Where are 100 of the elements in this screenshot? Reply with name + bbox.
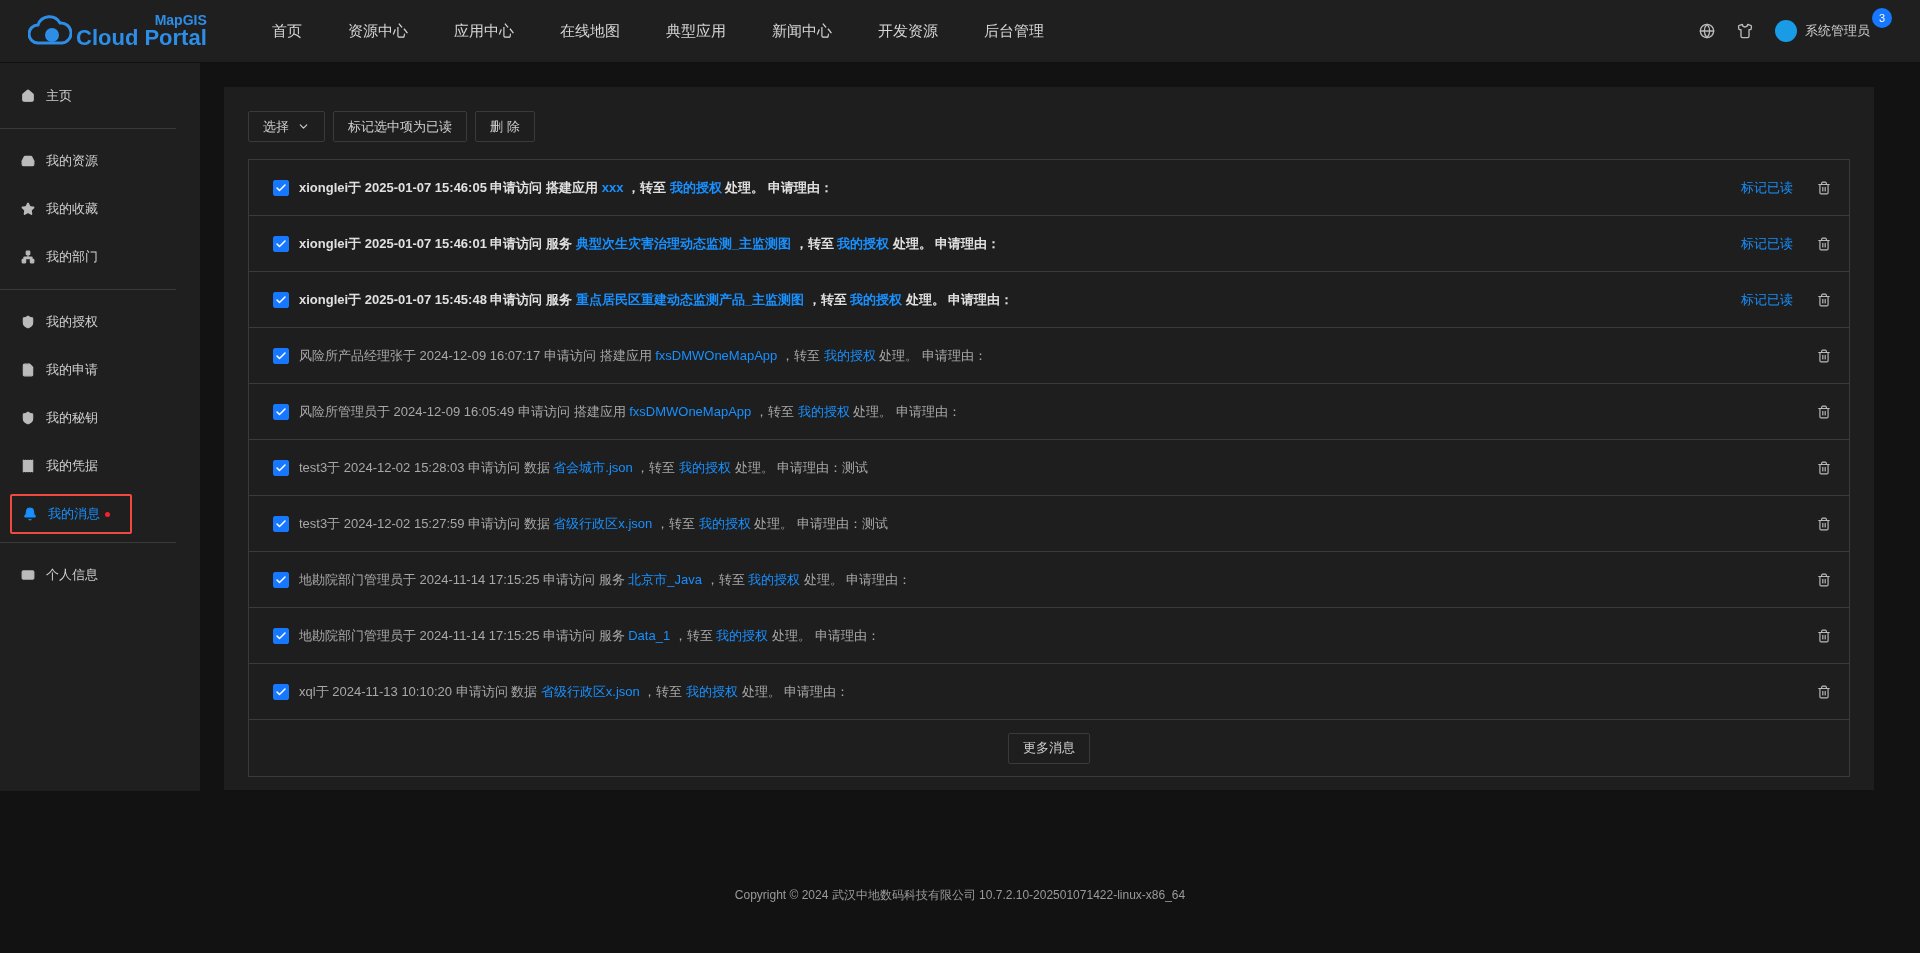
resource-link[interactable]: fxsDMWOneMapApp bbox=[655, 347, 778, 363]
resource-link[interactable]: 省会城市.json bbox=[553, 459, 633, 475]
authorization-link[interactable]: 我的授权 bbox=[679, 459, 732, 475]
sidebar-item[interactable]: 主页 bbox=[0, 72, 200, 120]
delete-icon[interactable] bbox=[1817, 348, 1831, 363]
checkbox[interactable] bbox=[273, 571, 289, 588]
sidebar-item[interactable]: 我的授权 bbox=[0, 298, 200, 346]
checkbox[interactable] bbox=[273, 515, 289, 532]
checkbox[interactable] bbox=[273, 291, 289, 308]
check-icon bbox=[275, 181, 287, 194]
sidebar-label: 我的授权 bbox=[46, 313, 98, 331]
copyright-text: Copyright © 2024 武汉中地数码科技有限公司 10.7.2.10-202501071422-linux-x86_64 bbox=[734, 888, 1186, 902]
checkbox[interactable] bbox=[273, 179, 289, 196]
delete-icon[interactable] bbox=[1817, 628, 1831, 643]
nav-link[interactable]: 首页 bbox=[272, 21, 302, 41]
resource-link[interactable]: 重点居民区重建动态监测产品_主监测图 bbox=[575, 291, 804, 307]
menu-icon bbox=[21, 89, 35, 103]
mark-read-link[interactable]: 标记已读 bbox=[1741, 290, 1793, 309]
delete-button[interactable]: 删 除 bbox=[475, 111, 535, 142]
checkbox[interactable] bbox=[273, 683, 289, 700]
nav-link[interactable]: 在线地图 bbox=[560, 21, 620, 41]
resource-link[interactable]: 典型次生灾害治理动态监测_主监测图 bbox=[575, 235, 791, 251]
menu-icon bbox=[23, 507, 37, 521]
checkbox[interactable] bbox=[273, 347, 289, 364]
delete-icon[interactable] bbox=[1817, 180, 1831, 195]
select-dropdown[interactable]: 选择 bbox=[248, 111, 325, 142]
sidebar-label: 我的收藏 bbox=[46, 200, 98, 218]
sidebar-item[interactable]: 我的申请 bbox=[0, 346, 200, 394]
nav-link[interactable]: 资源中心 bbox=[348, 21, 408, 41]
message-text: xql于 2024-11-13 10:10:20 申请访问 数据 省级行政区x.json ，转至 我的授权 处理。 申请理由： bbox=[299, 682, 851, 701]
resource-link[interactable]: Data_1 bbox=[628, 627, 671, 643]
checkbox[interactable] bbox=[273, 627, 289, 644]
authorization-link[interactable]: 我的授权 bbox=[698, 515, 751, 531]
sidebar-item[interactable]: 我的收藏 bbox=[0, 185, 200, 233]
resource-link[interactable]: 省级行政区x.json bbox=[540, 683, 640, 699]
more-messages-button[interactable]: 更多消息 bbox=[1008, 732, 1090, 764]
nav-link[interactable]: 后台管理 bbox=[984, 21, 1044, 41]
nav-link[interactable]: 典型应用 bbox=[666, 21, 726, 41]
menu-icon bbox=[21, 315, 35, 329]
sidebar-label: 我的秘钥 bbox=[46, 409, 98, 427]
authorization-link[interactable]: 我的授权 bbox=[716, 627, 769, 643]
check-icon bbox=[275, 461, 287, 474]
sidebar-item[interactable]: 我的凭据 bbox=[0, 442, 200, 490]
shirt-icon[interactable] bbox=[1737, 23, 1753, 39]
authorization-link[interactable]: 我的授权 bbox=[686, 683, 739, 699]
checkbox[interactable] bbox=[273, 459, 289, 476]
resource-link[interactable]: xxx bbox=[601, 179, 624, 195]
authorization-link[interactable]: 我的授权 bbox=[850, 291, 903, 307]
nav-link[interactable]: 开发资源 bbox=[878, 21, 938, 41]
sidebar-item[interactable]: 我的资源 bbox=[0, 137, 200, 185]
resource-link[interactable]: 省级行政区x.json bbox=[553, 515, 653, 531]
check-icon bbox=[275, 629, 287, 642]
delete-icon[interactable] bbox=[1817, 684, 1831, 699]
message-text: test3于 2024-12-02 15:28:03 申请访问 数据 省会城市.json ，转至 我的授权 处理。 申请理由：测试 bbox=[299, 458, 870, 477]
resource-link[interactable]: 北京市_Java bbox=[628, 571, 702, 587]
sidebar-item[interactable]: 我的秘钥 bbox=[0, 394, 200, 442]
authorization-link[interactable]: 我的授权 bbox=[797, 403, 850, 419]
message-text: test3于 2024-12-02 15:27:59 申请访问 数据 省级行政区x.json ，转至 我的授权 处理。 申请理由：测试 bbox=[299, 514, 889, 533]
message-text: 地勘院部门管理员于 2024-11-14 17:15:25 申请访问 服务 北京市_Java ，转至 我的授权 处理。 申请理由： bbox=[299, 570, 913, 589]
user-avatar[interactable] bbox=[1775, 20, 1797, 42]
nav-link[interactable]: 新闻中心 bbox=[772, 21, 832, 41]
authorization-link[interactable]: 我的授权 bbox=[748, 571, 801, 587]
sidebar-item[interactable]: 个人信息 bbox=[0, 551, 200, 599]
nav-link[interactable]: 应用中心 bbox=[454, 21, 514, 41]
sidebar-label: 我的申请 bbox=[46, 361, 98, 379]
checkbox[interactable] bbox=[273, 235, 289, 252]
logo-text: MapGIS bbox=[154, 13, 207, 27]
delete-icon[interactable] bbox=[1817, 404, 1831, 419]
user-name[interactable]: 系统管理员 bbox=[1805, 22, 1870, 40]
mark-read-link[interactable]: 标记已读 bbox=[1741, 234, 1793, 253]
delete-icon[interactable] bbox=[1817, 460, 1831, 475]
sidebar-label: 我的消息 bbox=[48, 505, 100, 523]
delete-icon[interactable] bbox=[1817, 292, 1831, 307]
sidebar-item[interactable]: 我的部门 bbox=[0, 233, 200, 281]
check-icon bbox=[275, 349, 287, 362]
authorization-link[interactable]: 我的授权 bbox=[669, 179, 722, 195]
authorization-link[interactable]: 我的授权 bbox=[823, 347, 876, 363]
delete-icon[interactable] bbox=[1817, 572, 1831, 587]
sidebar-item[interactable]: 我的消息 bbox=[10, 494, 132, 534]
check-icon bbox=[275, 405, 287, 418]
check-icon bbox=[275, 573, 287, 586]
message-text: xionglei于 2025-01-07 15:45:48 申请访问 服务 重点居民区重建动态监测产品_主监测图 ，转至 我的授权 处理。 申请理由： bbox=[299, 290, 1015, 309]
notification-badge: 3 bbox=[1872, 8, 1892, 28]
menu-icon bbox=[21, 568, 35, 582]
delete-icon[interactable] bbox=[1817, 236, 1831, 251]
resource-link[interactable]: fxsDMWOneMapApp bbox=[629, 403, 752, 419]
mark-read-button[interactable]: 标记选中项为已读 bbox=[333, 111, 467, 142]
delete-icon[interactable] bbox=[1817, 516, 1831, 531]
message-text: xionglei于 2025-01-07 15:46:01 申请访问 服务 典型次生灾害治理动态监测_主监测图 ，转至 我的授权 处理。 申请理由： bbox=[299, 234, 1002, 253]
authorization-link[interactable]: 我的授权 bbox=[837, 235, 890, 251]
check-icon bbox=[275, 293, 287, 306]
sidebar-label: 我的部门 bbox=[46, 248, 98, 266]
menu-icon bbox=[21, 154, 35, 168]
menu-icon bbox=[21, 202, 35, 216]
check-icon bbox=[275, 685, 287, 698]
check-icon bbox=[275, 237, 287, 250]
sidebar-label: 个人信息 bbox=[46, 566, 98, 584]
globe-icon[interactable] bbox=[1699, 23, 1715, 39]
mark-read-link[interactable]: 标记已读 bbox=[1741, 178, 1793, 197]
checkbox[interactable] bbox=[273, 403, 289, 420]
